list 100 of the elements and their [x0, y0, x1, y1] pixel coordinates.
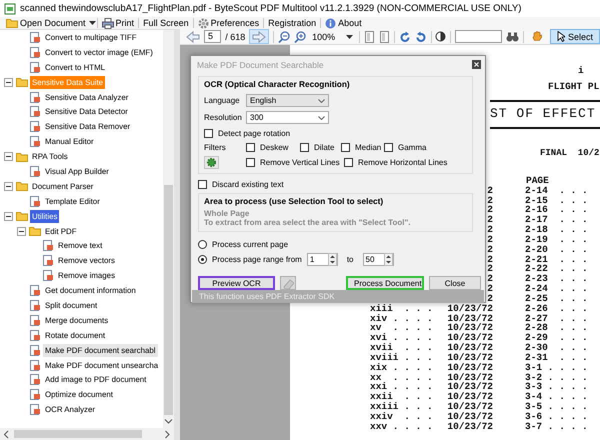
- radio-button[interactable]: [198, 255, 207, 264]
- hand-icon: [532, 31, 542, 42]
- menu-item[interactable]: About: [322, 17, 365, 29]
- menu-item[interactable]: Preferences: [194, 17, 262, 29]
- document-icon: [29, 136, 41, 148]
- page-entry: 2-27 . . .: [525, 314, 588, 324]
- document-title: ST OF EFFECT: [490, 107, 596, 121]
- caret-icon: [318, 116, 325, 120]
- page-entry: xiv . . . .: [369, 314, 434, 324]
- filter-settings-button[interactable]: [204, 156, 219, 169]
- radio-button[interactable]: [198, 240, 207, 249]
- checkbox[interactable]: [246, 143, 255, 152]
- dialog-button[interactable]: Close: [429, 276, 481, 290]
- page-entry: 2-15 . . .: [525, 196, 588, 206]
- date-entry: 2: [487, 294, 493, 304]
- page-entry: xxi . . . .: [369, 382, 434, 392]
- spin-arrows-icon[interactable]: [384, 253, 392, 266]
- language-dropdown[interactable]: English: [246, 94, 329, 107]
- document-icon: [29, 344, 41, 356]
- select-tool-button[interactable]: Select: [550, 29, 600, 44]
- zoom-in-icon[interactable]: [294, 30, 306, 42]
- document-icon: [29, 121, 41, 132]
- spin-arrows-icon[interactable]: [328, 253, 337, 266]
- collapse-icon[interactable]: [4, 212, 13, 221]
- group-title: Area to process (use Selection Tool to select): [204, 196, 384, 207]
- checkbox[interactable]: [300, 143, 309, 152]
- date-entry: 10/23/72: [447, 392, 493, 402]
- dialog-button[interactable]: Preview OCR: [198, 276, 275, 290]
- checkbox[interactable]: [246, 158, 255, 167]
- dialog-button[interactable]: Process Document: [346, 276, 424, 290]
- folder-icon: [16, 181, 28, 192]
- page-entry: 3-6 . . . .: [525, 412, 588, 422]
- app-icon: [4, 2, 16, 14]
- checkbox-label: Dilate: [314, 143, 334, 152]
- date-entry: 10/23/72: [447, 352, 493, 363]
- collapse-icon[interactable]: [4, 152, 13, 162]
- column-heading: PAGE: [526, 176, 549, 186]
- document-icon: [29, 285, 41, 296]
- date-entry: 2: [487, 244, 493, 255]
- search-field[interactable]: [455, 30, 502, 43]
- date-entry: 2: [487, 254, 493, 264]
- chevron-right-icon[interactable]: [164, 430, 171, 438]
- rotate-right-icon[interactable]: [414, 30, 427, 42]
- open-document-button[interactable]: Open Document: [3, 17, 89, 29]
- menu-item[interactable]: Full Screen: [140, 17, 192, 29]
- checkbox-label: Discard existing text: [212, 180, 284, 189]
- collapse-icon[interactable]: [4, 182, 13, 191]
- page-from-field[interactable]: 1: [306, 253, 338, 266]
- zoom-out-icon[interactable]: [278, 30, 290, 42]
- page-entry: 2-26 . . .: [525, 304, 588, 314]
- rotate-left-icon[interactable]: [398, 30, 411, 42]
- close-icon[interactable]: [472, 60, 481, 69]
- binoculars-icon[interactable]: [506, 32, 520, 42]
- chevron-left-icon[interactable]: [3, 430, 10, 438]
- document-icon: [42, 270, 54, 282]
- chevron-down-icon[interactable]: [164, 418, 173, 425]
- window-title: scanned thewindowsclubA17_FlightPlan.pdf - ByteScout PDF Multitool v11.2.1.3929 (NON-COMMERCIAL USE ONLY): [20, 3, 522, 14]
- page-entry: 3-4 . . . .: [525, 392, 588, 402]
- document-heading: FLIGHT PL: [548, 82, 600, 92]
- page-entry: xxiv . . .: [369, 412, 434, 422]
- menu-item[interactable]: Print: [98, 17, 138, 29]
- resolution-dropdown[interactable]: 300: [246, 111, 329, 124]
- page-entry: 2-21 . . .: [525, 254, 588, 264]
- checkbox[interactable]: [344, 158, 353, 167]
- page-icon[interactable]: [364, 30, 375, 42]
- page-to-field[interactable]: 50: [362, 253, 394, 266]
- page-number-field[interactable]: 5: [204, 30, 222, 43]
- page-entry: 2-17 . . .: [525, 215, 588, 226]
- page-count: / 618: [225, 32, 246, 42]
- page-entry: 2-19 . . .: [525, 234, 588, 245]
- vertical-scrollbar[interactable]: [163, 30, 174, 428]
- document-icon: [29, 404, 41, 416]
- folder-icon: [16, 152, 28, 162]
- hint-text: To extract from area select the area with "Select Tool".: [204, 218, 412, 227]
- page-icon[interactable]: [378, 30, 390, 42]
- checkbox[interactable]: [204, 128, 213, 138]
- page-entry: xv . . . .: [369, 323, 434, 334]
- date-entry: 2: [487, 215, 493, 226]
- contrast-icon[interactable]: [435, 31, 446, 42]
- page-entry: 3-1 . . . .: [525, 362, 588, 373]
- page-entry: xvi . . . .: [369, 333, 434, 344]
- caret-icon: [318, 98, 325, 102]
- checkbox[interactable]: [341, 143, 350, 152]
- arrow-left-icon[interactable]: [186, 30, 200, 42]
- checkbox[interactable]: [384, 143, 393, 152]
- zoom-dropdown[interactable]: 100%: [310, 32, 355, 42]
- horizontal-scrollbar[interactable]: [0, 428, 174, 440]
- caret-icon[interactable]: [88, 21, 96, 25]
- scrollbar-thumb[interactable]: [164, 185, 173, 415]
- page-entry: 2-14 . . .: [525, 186, 588, 196]
- checkbox[interactable]: [198, 180, 207, 189]
- menu-item[interactable]: Registration: [265, 17, 320, 29]
- edition-text: FINAL 10/2: [540, 148, 600, 158]
- collapse-icon[interactable]: [17, 226, 26, 236]
- collapse-icon[interactable]: [4, 78, 13, 87]
- group-title: OCR (Optical Character Recognition): [204, 79, 351, 90]
- date-entry: 2: [487, 234, 493, 245]
- next-page-button[interactable]: [249, 29, 270, 44]
- gear-icon: [206, 157, 217, 168]
- scrollbar-thumb[interactable]: [14, 430, 142, 438]
